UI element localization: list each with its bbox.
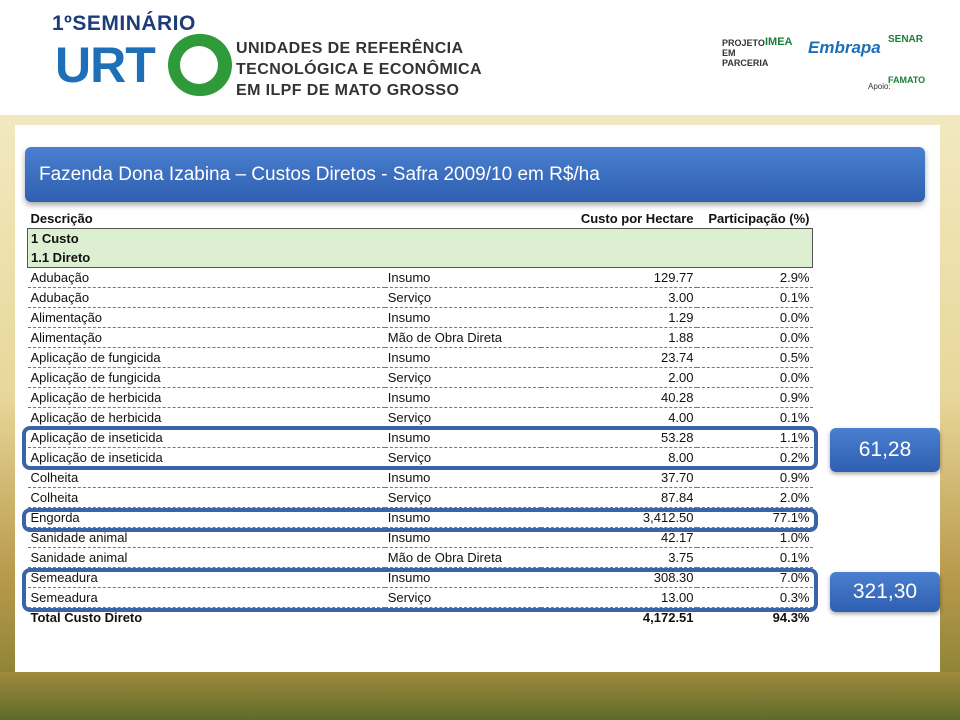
callout-semeadura-total: 321,30 — [830, 572, 940, 612]
famato-logo: FAMATO — [888, 75, 926, 85]
cell-description: Sanidade animal — [27, 547, 385, 568]
cell-cost: 4.00 — [540, 407, 697, 428]
cell-share: 0.9% — [696, 387, 813, 408]
cell-description: Colheita — [27, 487, 385, 508]
table-row: Aplicação de fungicida Serviço 2.00 0.0% — [27, 367, 813, 388]
cell-type: Mão de Obra Direta — [384, 327, 541, 348]
column-header — [385, 208, 541, 229]
table-row: Aplicação de herbicida Serviço 4.00 0.1% — [27, 407, 813, 428]
table-header-row: Descrição Custo por Hectare Participação… — [28, 208, 813, 229]
header-title-line: EM ILPF DE MATO GROSSO — [236, 82, 460, 99]
cell-type: Insumo — [384, 347, 541, 368]
cell-share: 0.0% — [696, 307, 813, 328]
costs-table: Descrição Custo por Hectare Participação… — [27, 208, 813, 627]
cell-description: Alimentação — [27, 307, 385, 328]
header-band: 1ºSEMINÁRIO URT UNIDADES DE REFERÊNCIA T… — [0, 0, 960, 115]
header-title-line: UNIDADES DE REFERÊNCIA — [236, 40, 464, 57]
table-row: Sanidade animal Mão de Obra Direta 3.75 0.1… — [27, 547, 813, 568]
seminar-label: 1ºSEMINÁRIO — [52, 12, 196, 35]
cell-share: 0.1% — [696, 407, 813, 428]
table-row: Colheita Insumo 37.70 0.9% — [27, 467, 813, 488]
table-row: Alimentação Insumo 1.29 0.0% — [27, 307, 813, 328]
header-title: UNIDADES DE REFERÊNCIA TECNOLÓGICA E ECO… — [236, 38, 482, 101]
highlight-semeadura — [22, 568, 818, 612]
cell-cost: 129.77 — [540, 267, 697, 288]
cell-type: Serviço — [384, 407, 541, 428]
table-row: Adubação Insumo 129.77 2.9% — [27, 267, 813, 288]
embrapa-logo: Embrapa — [808, 38, 881, 57]
cell-description: Aplicação de fungicida — [27, 367, 385, 388]
header-title-line: TECNOLÓGICA E ECONÔMICA — [236, 61, 482, 78]
table-row: Aplicação de fungicida Insumo 23.74 0.5% — [27, 347, 813, 368]
cell-type: Serviço — [384, 487, 541, 508]
column-header: Descrição — [30, 210, 93, 226]
cell-share: 0.9% — [696, 467, 813, 488]
section-label: 1.1 Direto — [27, 248, 813, 268]
urt-logo-text: URT — [55, 37, 156, 93]
cell-cost: 87.84 — [540, 487, 697, 508]
cell-cost: 2.00 — [540, 367, 697, 388]
slide-title: Fazenda Dona Izabina – Custos Diretos - … — [25, 147, 925, 202]
cell-type: Insumo — [384, 467, 541, 488]
cell-share: 0.1% — [696, 287, 813, 308]
cell-cost: 40.28 — [540, 387, 697, 408]
cell-type: Mão de Obra Direta — [384, 547, 541, 568]
senar-logo: SENAR — [888, 34, 924, 45]
table-row: Alimentação Mão de Obra Direta 1.88 0.0% — [27, 327, 813, 348]
cell-description: Aplicação de fungicida — [27, 347, 385, 368]
imea-logo: IMEA — [765, 36, 793, 48]
table-row: Colheita Serviço 87.84 2.0% — [27, 487, 813, 508]
section-row: 1 Custo — [27, 228, 813, 248]
cell-cost: 1.29 — [540, 307, 697, 328]
cell-share: 0.0% — [696, 327, 813, 348]
column-header: Custo por Hectare — [580, 210, 694, 226]
cell-type: Insumo — [384, 307, 541, 328]
urte-logo-icon-inner — [180, 46, 218, 84]
cell-description: Aplicação de herbicida — [27, 407, 385, 428]
cell-share: 2.9% — [696, 267, 813, 288]
cell-type: Insumo — [384, 267, 541, 288]
highlight-inseticida — [22, 426, 818, 470]
section-label: 1 Custo — [27, 228, 813, 248]
callout-inseticida-total: 61,28 — [830, 428, 940, 472]
cell-description: Adubação — [27, 267, 385, 288]
cell-type: Serviço — [384, 367, 541, 388]
cell-cost: 23.74 — [540, 347, 697, 368]
background-field — [0, 672, 960, 720]
cell-share: 2.0% — [696, 487, 813, 508]
table-row: Aplicação de herbicida Insumo 40.28 0.9% — [27, 387, 813, 408]
table-row: Adubação Serviço 3.00 0.1% — [27, 287, 813, 308]
cell-description: Aplicação de herbicida — [27, 387, 385, 408]
cell-type: Insumo — [384, 387, 541, 408]
cell-description: Alimentação — [27, 327, 385, 348]
cell-cost: 3.75 — [540, 547, 697, 568]
cell-share: 0.0% — [696, 367, 813, 388]
section-row: 1.1 Direto — [27, 248, 813, 268]
cell-cost: 37.70 — [540, 467, 697, 488]
highlight-engorda — [22, 508, 818, 532]
cell-share: 0.5% — [696, 347, 813, 368]
column-header: Participação (%) — [708, 210, 810, 226]
cell-cost: 3.00 — [540, 287, 697, 308]
partner-label: PROJETO EM PARCERIA — [722, 38, 769, 68]
cell-type: Serviço — [384, 287, 541, 308]
cell-share: 0.1% — [696, 547, 813, 568]
cell-description: Adubação — [27, 287, 385, 308]
cell-description: Colheita — [27, 467, 385, 488]
cell-cost: 1.88 — [540, 327, 697, 348]
